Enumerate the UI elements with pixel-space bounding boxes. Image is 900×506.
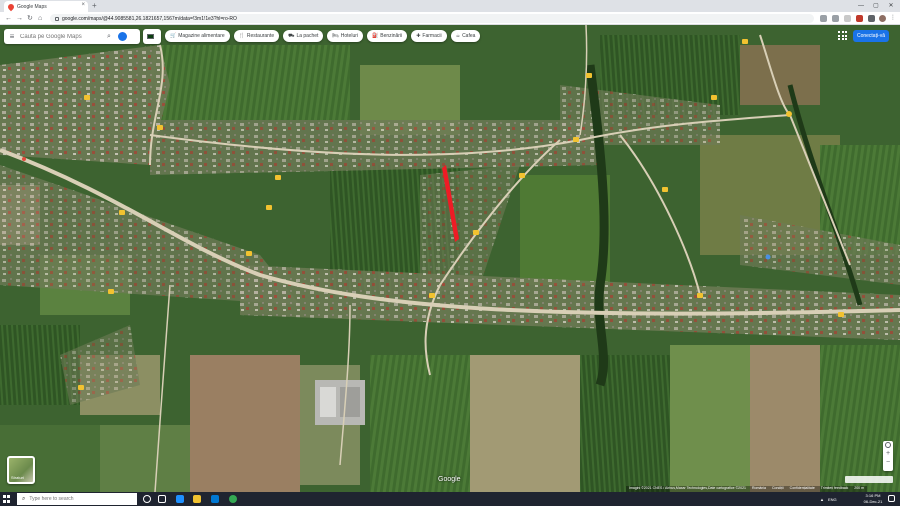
home-button[interactable]: ⌂ — [38, 13, 42, 24]
system-tray: ▲ ENG — [820, 493, 837, 505]
reload-button[interactable]: ↻ — [27, 13, 33, 24]
google-apps-icon[interactable] — [837, 30, 847, 40]
lock-icon — [55, 16, 59, 21]
cart-icon: 🛒 — [170, 33, 177, 39]
bed-icon: 🛏 — [332, 33, 339, 39]
coffee-icon: ☕ — [455, 33, 461, 39]
google-logo: Google — [438, 476, 461, 483]
extensions-puzzle-icon[interactable] — [868, 15, 875, 22]
windows-taskbar: ⌕ ▲ ENG 3:16 PM 06-Dec-21 — [0, 492, 900, 506]
search-icon: ⌕ — [22, 495, 26, 502]
category-chips: 🛒 Magazine alimentare 🍴 Restaurante ⛟ La pa… — [165, 30, 481, 43]
cortana-icon[interactable] — [143, 495, 151, 503]
browser-toolbar: ← → ↻ ⌂ google.com/maps/@44.9085581,26.1… — [0, 12, 900, 25]
lang-indicator[interactable]: ENG — [828, 497, 837, 502]
notifications-icon[interactable] — [888, 495, 895, 502]
chip-hotels[interactable]: 🛏 Hoteluri — [327, 30, 363, 42]
satellite-imagery — [0, 25, 900, 492]
close-window-button[interactable]: ✕ — [884, 0, 898, 12]
takeout-icon: ⛟ — [288, 32, 295, 39]
minimize-button[interactable]: — — [854, 0, 868, 12]
screen: Google Maps × + — ▢ ✕ ← → ↻ ⌂ google.com… — [0, 0, 900, 506]
tab-strip: Google Maps × + — ▢ ✕ — [0, 0, 900, 12]
maps-search-input[interactable] — [20, 33, 104, 40]
browser-menu-icon[interactable]: ⋮ — [890, 15, 897, 22]
windows-start-icon[interactable] — [3, 495, 11, 503]
satellite-map[interactable] — [0, 25, 900, 492]
extension-red-icon[interactable] — [856, 15, 863, 22]
chip-gas-stations[interactable]: ⛽ Benzinării — [367, 30, 408, 42]
tab-title: Google Maps — [17, 3, 47, 10]
sign-in-button[interactable]: Conectați-vă — [853, 30, 889, 42]
directions-icon[interactable] — [118, 32, 127, 41]
extension-icon[interactable] — [832, 15, 839, 22]
taskbar-clock[interactable]: 3:16 PM 06-Dec-21 — [862, 493, 884, 504]
tab-close-icon[interactable]: × — [81, 2, 85, 8]
edge-icon[interactable] — [176, 495, 184, 503]
chip-pharmacies[interactable]: ✚ Farmacii — [411, 30, 447, 42]
maximize-button[interactable]: ▢ — [869, 0, 883, 12]
star-icon[interactable] — [844, 15, 851, 22]
mail-icon[interactable] — [211, 495, 219, 503]
tab-google-maps[interactable]: Google Maps × — [4, 1, 88, 12]
address-bar[interactable]: google.com/maps/@44.9085581,26.1821657,1… — [50, 14, 814, 23]
chrome-icon[interactable] — [229, 495, 237, 503]
pegman-street-view[interactable] — [845, 476, 893, 483]
cutlery-icon: 🍴 — [238, 33, 245, 39]
new-tab-button[interactable]: + — [92, 0, 97, 12]
taskbar-search-input[interactable] — [29, 496, 130, 502]
profile-avatar[interactable] — [879, 15, 886, 22]
layers-thumbnail-button[interactable]: Straturi — [7, 456, 35, 484]
share-icon[interactable] — [820, 15, 827, 22]
pharmacy-icon: ✚ — [416, 33, 421, 39]
forward-button[interactable]: → — [16, 13, 23, 24]
my-location-icon[interactable] — [885, 442, 891, 448]
zoom-out-button[interactable]: − — [883, 458, 893, 467]
chip-groceries[interactable]: 🛒 Magazine alimentare — [165, 30, 230, 42]
chip-restaurants[interactable]: 🍴 Restaurante — [233, 30, 280, 42]
menu-icon[interactable]: ≡ — [4, 32, 20, 41]
url-text: google.com/maps/@44.9085581,26.1821657,1… — [62, 15, 237, 22]
chip-takeout[interactable]: ⛟ La pachet — [283, 30, 324, 42]
taskbar-search[interactable]: ⌕ — [17, 493, 137, 505]
search-icon[interactable]: ⌕ — [104, 33, 114, 41]
fuel-icon: ⛽ — [372, 33, 379, 39]
layers-icon — [147, 34, 154, 39]
network-icon[interactable]: ▲ — [820, 497, 824, 502]
maps-search-box: ≡ ⌕ — [4, 29, 140, 44]
task-view-icon[interactable] — [158, 495, 166, 503]
layer-toggle-button[interactable] — [143, 29, 161, 44]
file-explorer-icon[interactable] — [193, 495, 201, 503]
zoom-controls: + − — [883, 441, 893, 471]
zoom-in-button[interactable]: + — [883, 449, 893, 458]
layers-label: Straturi — [11, 475, 24, 480]
back-button[interactable]: ← — [5, 13, 12, 24]
maps-pin-icon — [6, 2, 16, 11]
chip-coffee[interactable]: ☕ Cafea — [450, 30, 481, 42]
